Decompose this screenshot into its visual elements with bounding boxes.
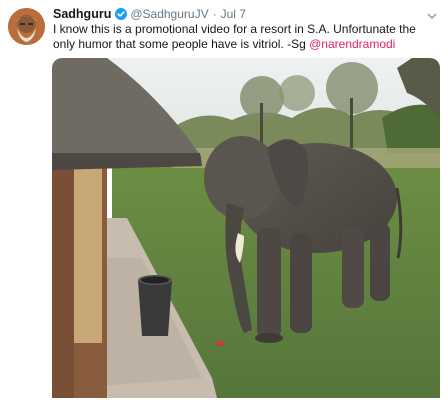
tweet-media-video[interactable]: [52, 58, 440, 398]
tweet-timestamp[interactable]: Jul 7: [221, 7, 246, 21]
video-thumbnail: [52, 58, 440, 398]
author-name[interactable]: Sadhguru: [53, 7, 111, 21]
tweet-header: Sadhguru @SadhguruJV · Jul 7: [53, 6, 246, 22]
tweet-text: I know this is a promotional video for a…: [53, 22, 438, 51]
chevron-down-icon[interactable]: [426, 8, 438, 19]
author-handle[interactable]: @SadhguruJV: [130, 7, 208, 21]
author-avatar[interactable]: [8, 8, 45, 45]
verified-badge-icon: [115, 8, 128, 20]
mention-link[interactable]: @narendramodi: [309, 37, 395, 51]
separator-dot: ·: [212, 7, 217, 21]
tweet-card[interactable]: Sadhguru @SadhguruJV · Jul 7 I know this…: [0, 0, 448, 400]
